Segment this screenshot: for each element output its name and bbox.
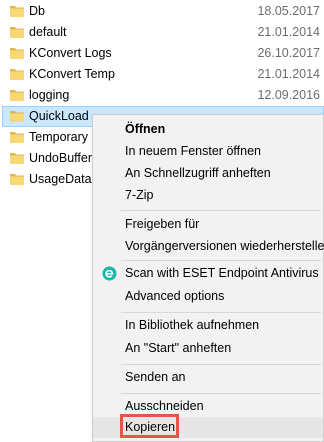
menu-item-label: In neuem Fenster öffnen bbox=[125, 144, 261, 158]
folder-row-default[interactable]: default 21.01.2014 bbox=[2, 22, 324, 43]
file-date: 26.10.2017 bbox=[257, 46, 320, 60]
menu-item-label: Öffnen bbox=[125, 122, 166, 136]
file-name: logging bbox=[29, 88, 70, 102]
eset-icon bbox=[102, 266, 117, 281]
folder-row-db[interactable]: Db 18.05.2017 bbox=[2, 1, 324, 22]
file-name: UndoBuffer bbox=[29, 151, 93, 165]
menu-separator bbox=[121, 260, 321, 261]
folder-row-kconvert-temp[interactable]: KConvert Temp 21.01.2014 bbox=[2, 64, 324, 85]
file-name: KConvert Temp bbox=[29, 67, 115, 81]
file-date: 18.05.2017 bbox=[257, 4, 320, 18]
folder-icon bbox=[10, 131, 24, 143]
menu-item-restore-previous[interactable]: Vorgängerversionen wiederherstellen bbox=[93, 236, 324, 257]
menu-separator bbox=[121, 210, 321, 211]
folder-icon bbox=[10, 5, 24, 17]
menu-item-label: Freigeben für bbox=[125, 217, 200, 231]
menu-item-label: Senden an bbox=[125, 370, 186, 384]
file-name: Temporary I bbox=[29, 130, 95, 144]
folder-icon bbox=[10, 89, 24, 101]
menu-item-label: An Schnellzugriff anheften bbox=[125, 166, 271, 180]
menu-separator bbox=[121, 364, 321, 365]
file-date: 21.01.2014 bbox=[257, 67, 320, 81]
file-name: default bbox=[29, 25, 67, 39]
menu-item-open[interactable]: Öffnen bbox=[93, 119, 323, 140]
menu-item-label: Vorgängerversionen wiederherstellen bbox=[125, 239, 324, 253]
menu-separator bbox=[121, 393, 321, 394]
menu-item-open-new-window[interactable]: In neuem Fenster öffnen bbox=[93, 141, 323, 162]
menu-item-label: An "Start" anheften bbox=[125, 341, 232, 355]
folder-icon bbox=[10, 110, 24, 122]
file-date: 21.01.2014 bbox=[257, 25, 320, 39]
menu-item-pin-start[interactable]: An "Start" anheften bbox=[93, 338, 323, 359]
menu-item-pin-quick-access[interactable]: An Schnellzugriff anheften bbox=[93, 163, 323, 184]
highlight-annotation-box bbox=[120, 414, 179, 438]
folder-row-logging[interactable]: logging 12.09.2016 bbox=[2, 85, 324, 106]
menu-item-label: 7-Zip bbox=[125, 188, 154, 202]
menu-item-share-with[interactable]: Freigeben für bbox=[93, 214, 323, 235]
folder-row-kconvert-logs[interactable]: KConvert Logs 26.10.2017 bbox=[2, 43, 324, 64]
file-name: KConvert Logs bbox=[29, 46, 112, 60]
file-date: 12.09.2016 bbox=[257, 88, 320, 102]
folder-icon bbox=[10, 47, 24, 59]
file-name: QuickLoad bbox=[29, 109, 89, 123]
folder-icon bbox=[10, 68, 24, 80]
menu-item-7zip[interactable]: 7-Zip bbox=[93, 185, 323, 206]
folder-icon bbox=[10, 152, 24, 164]
folder-icon bbox=[10, 173, 24, 185]
menu-item-label: Advanced options bbox=[125, 289, 225, 303]
file-name: UsageData bbox=[29, 172, 92, 186]
menu-item-label: In Bibliothek aufnehmen bbox=[125, 318, 260, 332]
menu-item-label: Scan with ESET Endpoint Antivirus bbox=[125, 266, 319, 280]
menu-item-eset-scan[interactable]: Scan with ESET Endpoint Antivirus bbox=[93, 263, 323, 284]
folder-icon bbox=[10, 26, 24, 38]
menu-separator bbox=[121, 312, 321, 313]
menu-item-include-library[interactable]: In Bibliothek aufnehmen bbox=[93, 315, 323, 336]
menu-item-advanced-options[interactable]: Advanced options bbox=[93, 286, 323, 307]
context-menu: Öffnen In neuem Fenster öffnen An Schnel… bbox=[92, 114, 324, 442]
menu-item-send-to[interactable]: Senden an bbox=[93, 367, 323, 388]
file-name: Db bbox=[29, 4, 45, 18]
menu-item-label: Ausschneiden bbox=[125, 399, 204, 413]
